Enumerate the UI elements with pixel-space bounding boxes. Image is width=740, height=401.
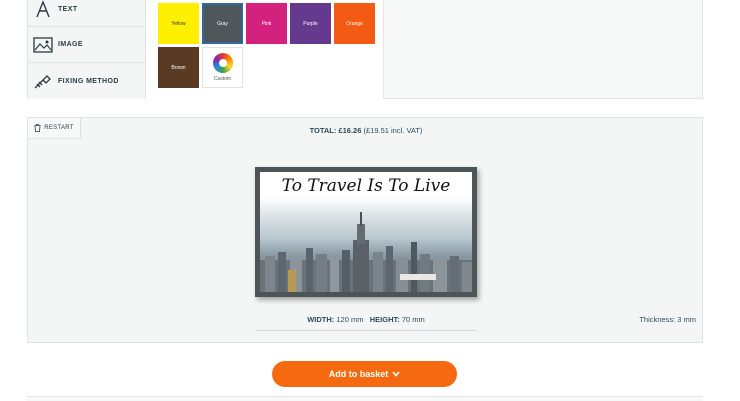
swatch-yellow[interactable]: Yellow (158, 3, 199, 44)
bottom-divider (27, 396, 703, 401)
swatch-purple[interactable]: Purple (290, 3, 331, 44)
sidebar-item-label: IMAGE (58, 41, 83, 48)
option-sidebar: TEXT IMAGE FIXING METHOD (28, 0, 146, 99)
swatch-orange[interactable]: Orange (334, 3, 375, 44)
width-value: 120 mm (336, 315, 364, 324)
height-value: 70 mm (401, 315, 425, 324)
total-price: TOTAL: £16.26 (£19.51 incl. VAT) (28, 126, 704, 135)
add-to-basket-button[interactable]: Add to basket (272, 361, 457, 387)
sidebar-item-text[interactable]: TEXT (28, 0, 146, 27)
thickness-readout: Thickness: 3 mm (639, 315, 696, 324)
swatch-brown[interactable]: Brown (158, 47, 199, 88)
chevron-down-icon (392, 371, 400, 377)
add-to-basket-label: Add to basket (328, 369, 389, 379)
swatch-gray[interactable]: Gray (202, 3, 243, 44)
sign-text: To Travel Is To Live (281, 176, 451, 196)
text-icon (32, 0, 54, 20)
color-wheel-icon (212, 53, 233, 73)
sign-image: To Travel Is To Live (260, 172, 472, 292)
sidebar-item-label: TEXT (58, 5, 78, 13)
swatch-custom[interactable]: Custom (202, 47, 243, 88)
height-label: HEIGHT: (369, 315, 400, 324)
sidebar-item-image[interactable]: IMAGE (28, 27, 146, 63)
width-label: WIDTH: (307, 315, 335, 324)
total-vat: (£19.51 incl. VAT) (363, 126, 423, 135)
preview-panel: RESTART TOTAL: £16.26 (£19.51 incl. VAT) (27, 117, 703, 343)
city-skyline-image (260, 212, 472, 292)
sign-preview: To Travel Is To Live (255, 167, 477, 297)
swatch-pink[interactable]: Pink (246, 3, 287, 44)
dimensions-divider (255, 330, 477, 331)
total-label: TOTAL: £16.26 (309, 126, 362, 135)
image-icon (32, 34, 54, 56)
sidebar-item-label: FIXING METHOD (58, 77, 119, 85)
color-swatch-grid: Yellow Gray Pink Purple Orange Brown Cus… (146, 0, 384, 99)
dimensions-readout: WIDTH: 120 mm HEIGHT: 70 mm (255, 315, 477, 324)
sidebar-item-fixing-method[interactable]: FIXING METHOD (28, 63, 146, 99)
screw-icon (32, 70, 54, 92)
options-panel: TEXT IMAGE FIXING METHOD Yellow Gray Pin… (27, 0, 703, 99)
